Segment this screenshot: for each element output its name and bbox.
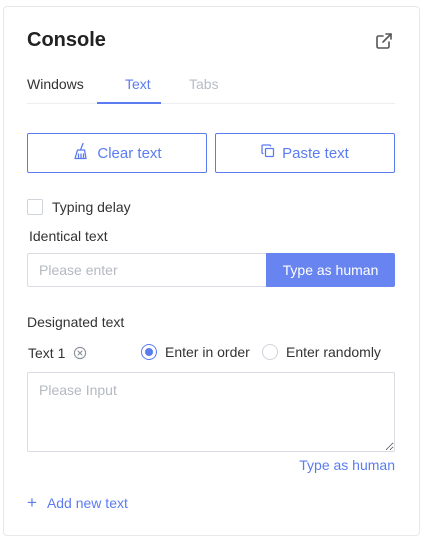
paste-text-label: Paste text [282, 144, 349, 162]
typing-delay-label: Typing delay [52, 199, 131, 215]
active-tab-indicator [97, 102, 161, 104]
clear-text-label: Clear text [97, 144, 162, 162]
designated-text-item: Text 1 Enter in order Enter randomly [27, 344, 395, 364]
enter-in-order-radio[interactable] [141, 344, 157, 360]
tab-bar: Windows Text Tabs [27, 68, 395, 104]
enter-in-order-label: Enter in order [165, 344, 250, 360]
tab-tabs[interactable]: Tabs [189, 76, 219, 92]
paste-text-button[interactable]: Paste text [215, 133, 395, 173]
plus-icon: + [27, 493, 37, 512]
designated-text-label: Designated text [27, 314, 125, 330]
tab-text[interactable]: Text [125, 76, 151, 92]
enter-in-order-option[interactable]: Enter in order [141, 344, 250, 360]
remove-circle-icon[interactable] [73, 346, 87, 360]
copy-icon [261, 144, 282, 162]
enter-randomly-option[interactable]: Enter randomly [262, 344, 381, 360]
text-item-label: Text 1 [28, 345, 66, 361]
identical-text-label: Identical text [29, 228, 108, 244]
clear-text-button[interactable]: Clear text [27, 133, 207, 173]
enter-randomly-radio[interactable] [262, 344, 278, 360]
type-as-human-button[interactable]: Type as human [266, 253, 395, 287]
typing-delay-checkbox[interactable] [27, 199, 43, 215]
typing-delay-option[interactable]: Typing delay [27, 199, 131, 215]
identical-text-input[interactable] [27, 253, 266, 287]
type-as-human-link[interactable]: Type as human [299, 457, 395, 473]
tab-windows[interactable]: Windows [27, 76, 84, 92]
add-new-text-button[interactable]: + Add new text [27, 494, 128, 511]
enter-randomly-label: Enter randomly [286, 344, 381, 360]
identical-text-group: Type as human [27, 253, 395, 287]
designated-text-textarea[interactable] [27, 372, 395, 452]
panel-title: Console [27, 29, 106, 51]
broom-icon [72, 142, 97, 164]
add-new-text-label: Add new text [46, 494, 128, 511]
external-link-icon[interactable] [374, 31, 394, 51]
